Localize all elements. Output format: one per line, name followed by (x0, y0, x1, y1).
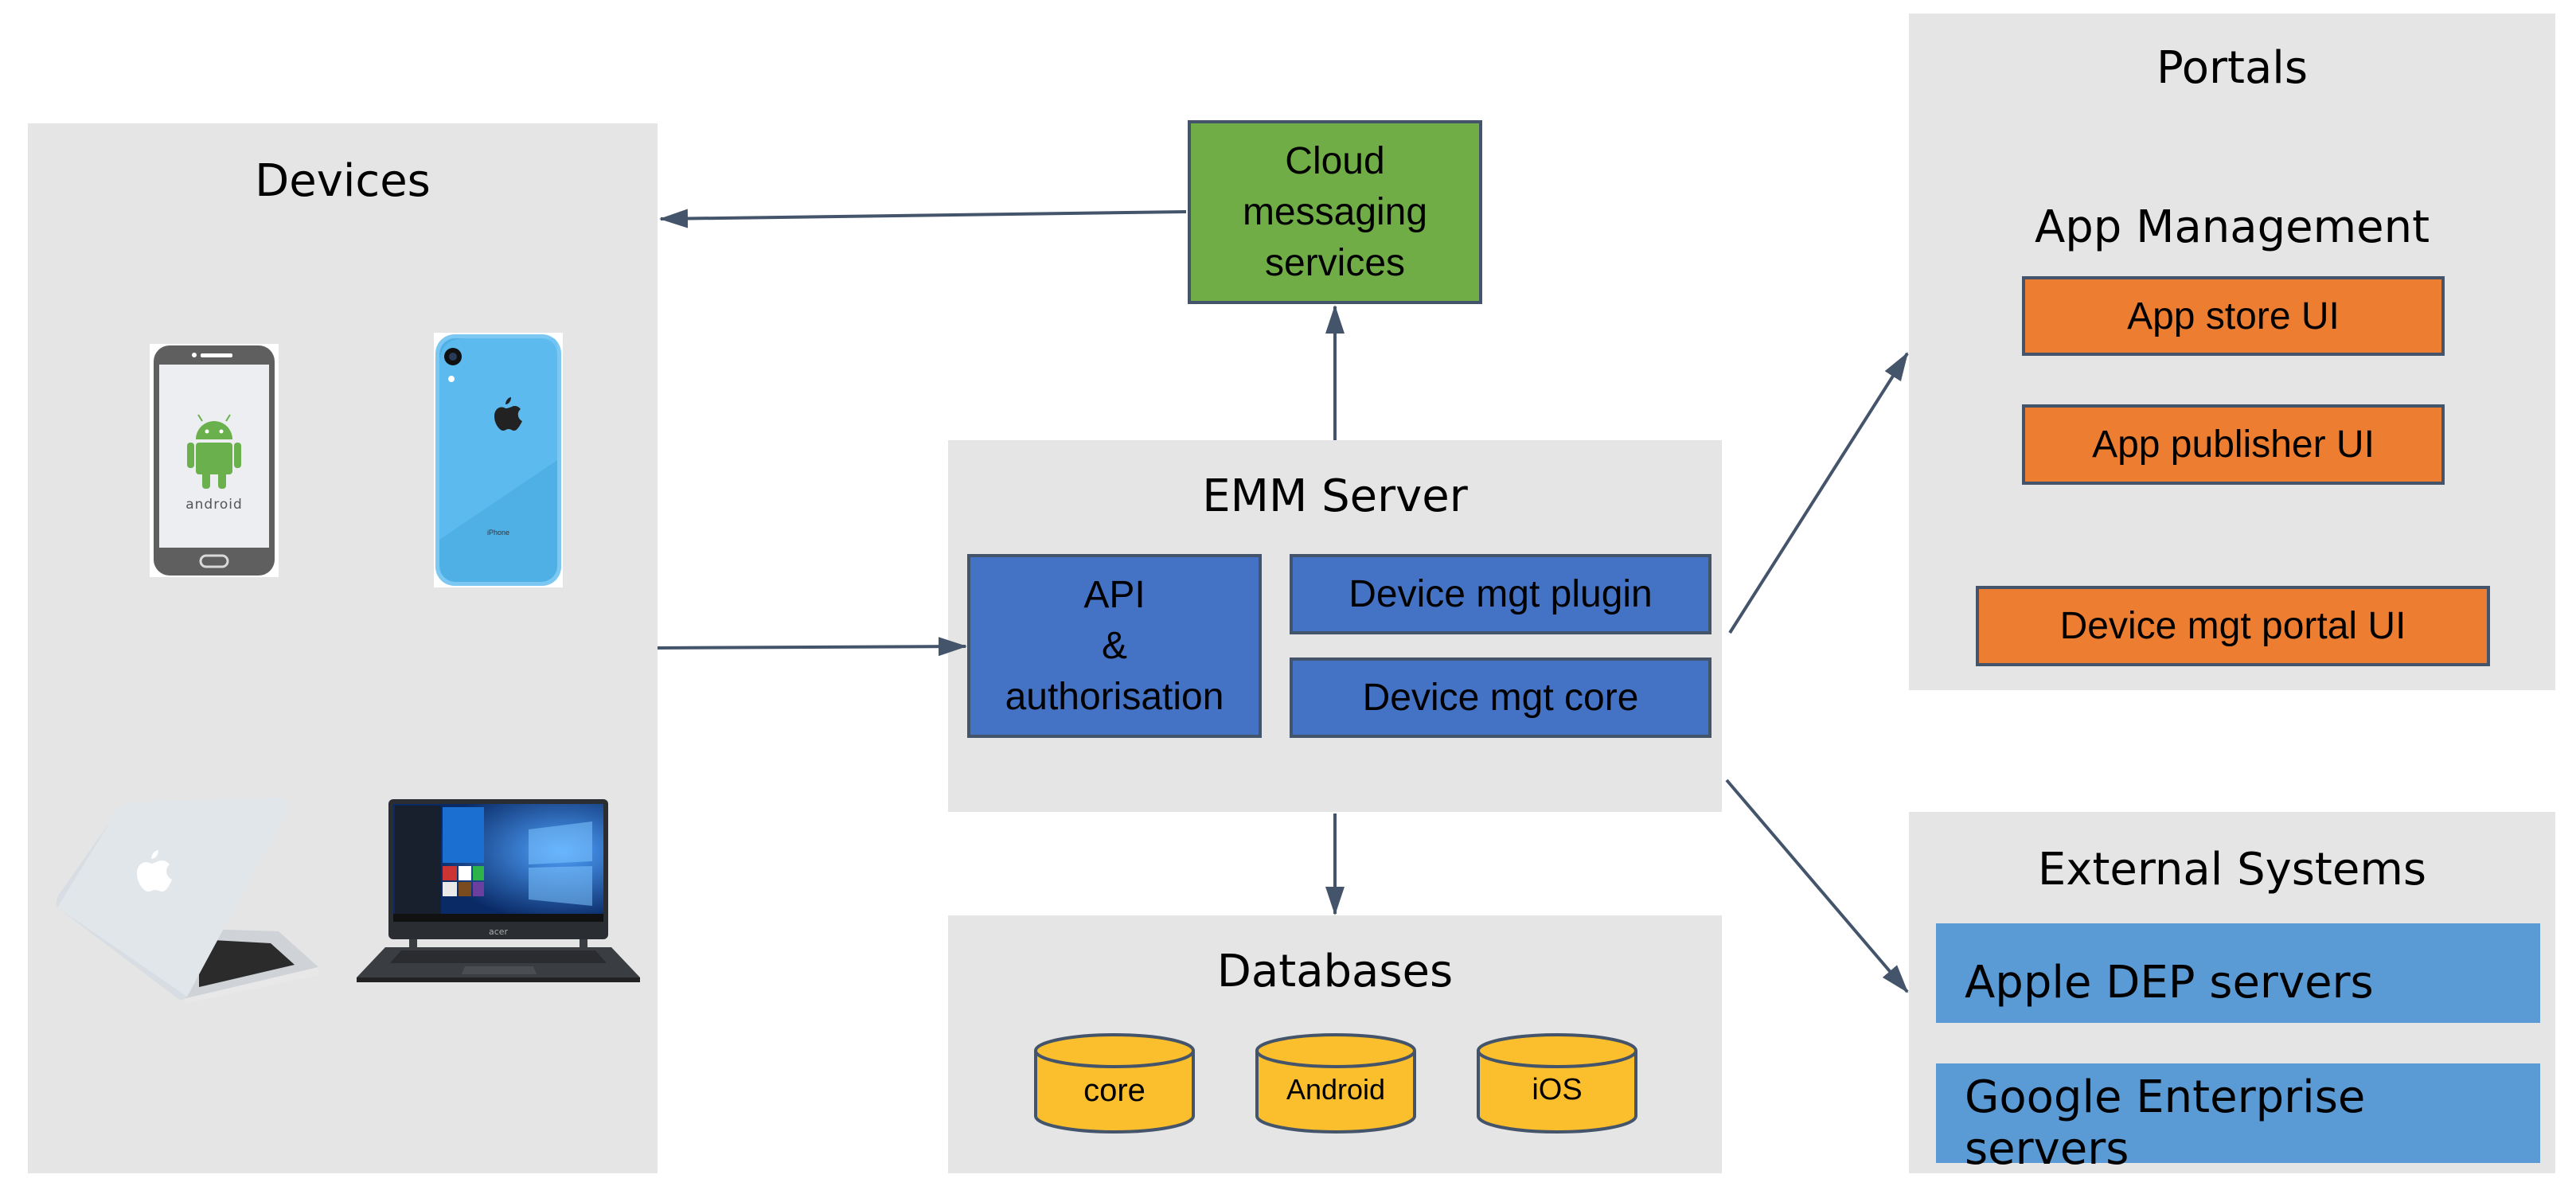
arrow-emm-to-external (1725, 778, 1909, 993)
arrow-devices-to-api (657, 637, 967, 657)
arrow-cloud-to-devices (659, 209, 1187, 228)
arrow-emm-to-portals (1728, 352, 1909, 634)
connector-layer (657, 209, 1909, 993)
